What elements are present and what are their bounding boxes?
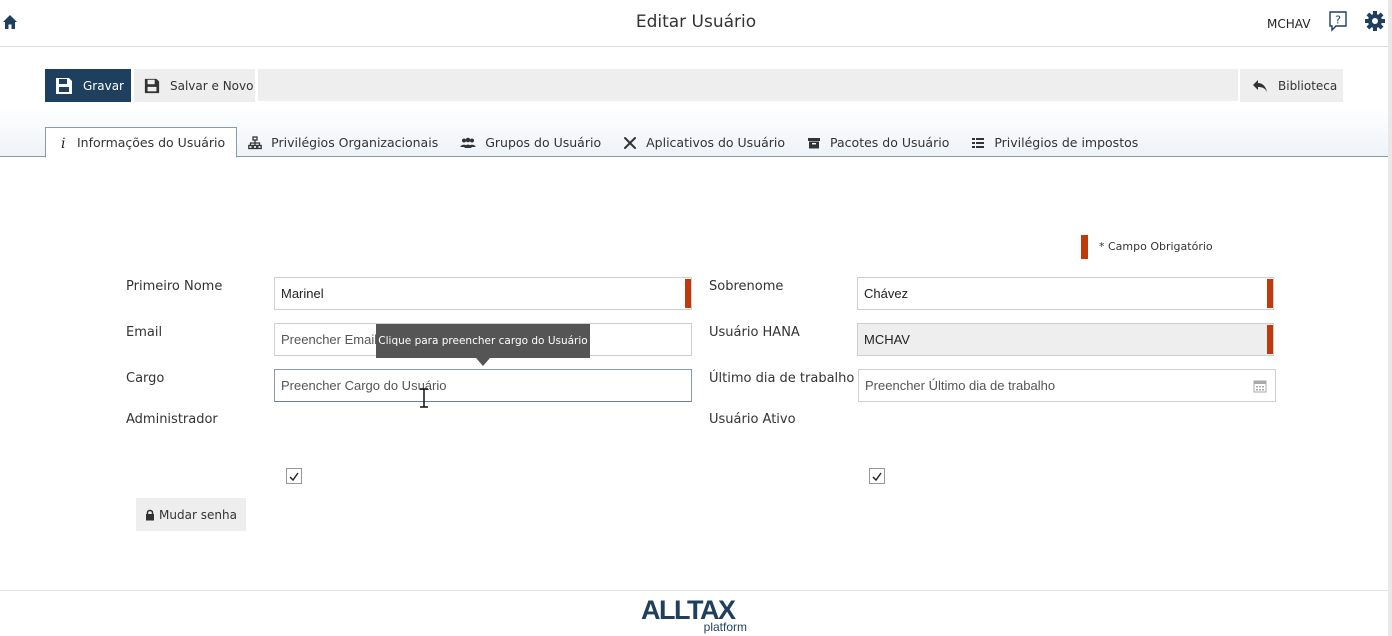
required-indicator [1267, 279, 1273, 308]
last-name-input[interactable] [864, 286, 1273, 301]
tab-user-groups[interactable]: Grupos do Usuário [449, 127, 612, 158]
lock-icon [146, 509, 155, 520]
archive-icon [808, 137, 821, 148]
required-marker [1081, 235, 1088, 259]
required-indicator [1267, 325, 1273, 354]
text-cursor-icon [420, 388, 428, 408]
scrollbar[interactable] [1388, 0, 1392, 636]
help-icon[interactable]: ? [1327, 10, 1349, 32]
info-icon: i [61, 136, 65, 150]
change-password-button[interactable]: Mudar senha [136, 498, 246, 531]
admin-checkbox[interactable] [286, 468, 302, 484]
position-field[interactable] [274, 369, 692, 402]
tab-user-info[interactable]: i Informações do Usuário [45, 127, 238, 158]
library-button[interactable]: Biblioteca [1240, 69, 1343, 102]
tab-label: Privilégios Organizacionais [271, 135, 439, 150]
position-label: Cargo [126, 371, 165, 386]
tab-tax-privileges[interactable]: Privilégios de impostos [960, 127, 1149, 158]
check-icon [289, 472, 299, 482]
save-and-new-label: Salvar e Novo [170, 78, 254, 93]
tab-label: Privilégios de impostos [994, 135, 1139, 150]
tab-label: Grupos do Usuário [485, 135, 602, 150]
change-password-label: Mudar senha [159, 507, 237, 522]
floppy-disk-icon [56, 77, 72, 94]
tab-label: Informações do Usuário [77, 135, 226, 150]
svg-text:i: i [61, 136, 65, 150]
hana-user-field [857, 323, 1274, 356]
users-icon [460, 137, 476, 148]
tab-user-apps[interactable]: Aplicativos do Usuário [612, 127, 796, 158]
email-label: Email [126, 325, 163, 340]
active-user-checkbox[interactable] [869, 468, 885, 484]
last-work-day-input[interactable] [865, 378, 1275, 393]
required-indicator [685, 279, 691, 308]
tab-user-packages[interactable]: Pacotes do Usuário [796, 127, 960, 158]
check-icon [872, 472, 882, 482]
reply-arrow-icon [1253, 79, 1267, 92]
page-title: Editar Usuário [635, 12, 757, 32]
gear-icon[interactable] [1364, 10, 1386, 32]
logo-sub-text: platform [703, 620, 747, 634]
tab-org-privileges[interactable]: Privilégios Organizacionais [237, 127, 449, 158]
last-name-field[interactable] [857, 277, 1274, 310]
hana-user-label: Usuário HANA [709, 325, 800, 340]
save-label: Gravar [83, 78, 124, 93]
tab-label: Pacotes do Usuário [830, 135, 950, 150]
hana-user-input [864, 332, 1273, 347]
last-work-day-label: Último dia de trabalho [709, 371, 855, 386]
list-icon [972, 137, 985, 148]
save-button[interactable]: Gravar [45, 69, 131, 102]
calendar-icon[interactable] [1253, 379, 1267, 393]
save-and-new-button[interactable]: Salvar e Novo [134, 69, 255, 102]
first-name-input[interactable] [281, 286, 691, 301]
admin-label: Administrador [126, 412, 218, 427]
position-input[interactable] [281, 378, 691, 393]
user-name[interactable]: MCHAV [1267, 17, 1310, 31]
alltax-logo: ALLTAX platform [641, 596, 747, 636]
library-label: Biblioteca [1278, 78, 1338, 93]
last-work-day-field[interactable] [858, 369, 1276, 402]
tab-bar: i Informações do Usuário Privilégios Org… [45, 127, 1149, 158]
tooltip-arrow [476, 358, 490, 366]
tools-icon [624, 136, 637, 149]
first-name-label: Primeiro Nome [126, 279, 223, 294]
tab-label: Aplicativos do Usuário [646, 135, 786, 150]
footer-divider [0, 590, 1388, 591]
required-note: * Campo Obrigatório [1099, 240, 1213, 253]
svg-text:?: ? [1335, 14, 1341, 27]
org-chart-icon [248, 135, 263, 149]
toolbar-bar [258, 69, 1238, 101]
app-header: Editar Usuário MCHAV ? [0, 0, 1392, 47]
tooltip: Clique para preencher cargo do Usuário [376, 324, 590, 358]
floppy-disk-icon [144, 78, 160, 93]
first-name-field[interactable] [274, 277, 692, 310]
last-name-label: Sobrenome [709, 279, 784, 294]
home-icon[interactable] [2, 14, 18, 30]
active-user-label: Usuário Ativo [709, 412, 796, 427]
